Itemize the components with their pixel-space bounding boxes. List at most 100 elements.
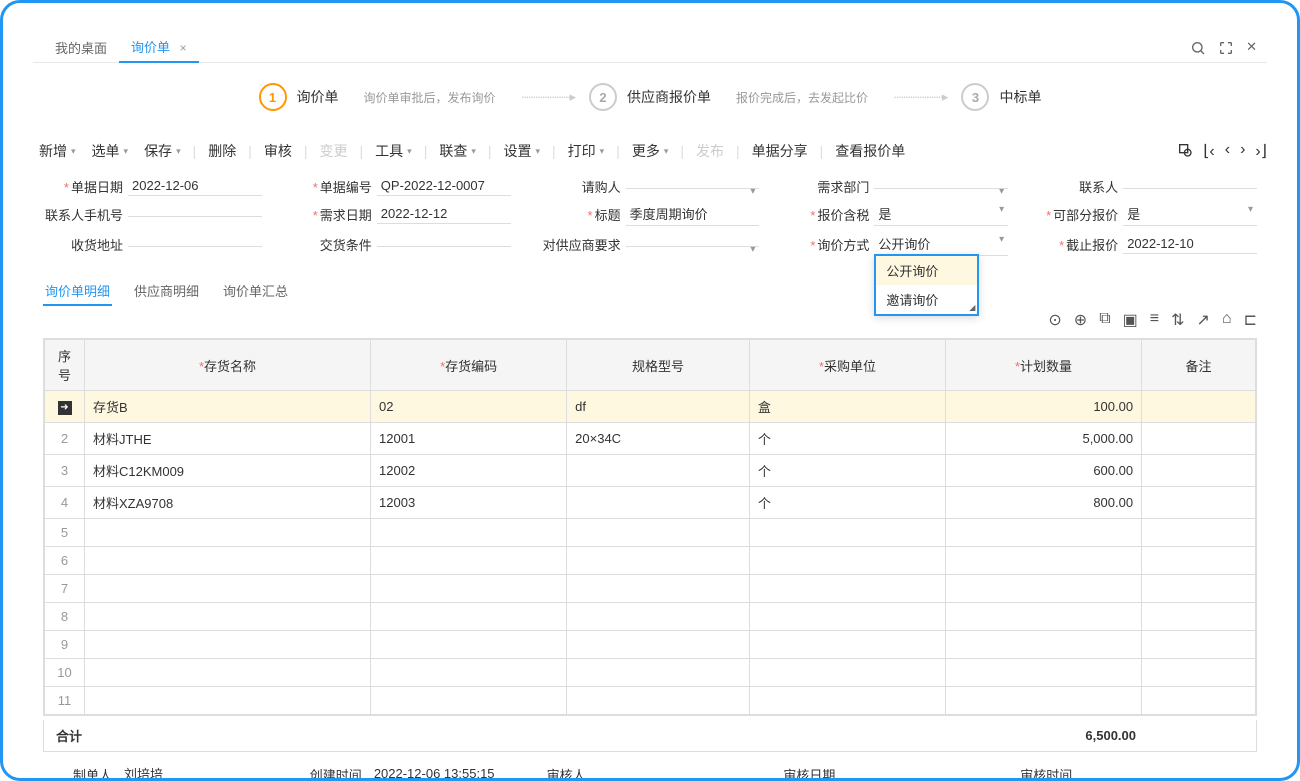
share-button[interactable]: 单据分享 bbox=[746, 139, 814, 163]
delivery-input[interactable] bbox=[377, 242, 511, 247]
home-icon[interactable]: ⌂ bbox=[1222, 310, 1232, 330]
col-spec[interactable]: 规格型号 bbox=[567, 340, 750, 391]
supplier-req-select[interactable]: ▾ bbox=[626, 242, 760, 247]
col-unit[interactable]: *采购单位 bbox=[749, 340, 945, 391]
cell-seq[interactable]: 5 bbox=[45, 519, 85, 547]
add-row-icon[interactable]: ⊕ bbox=[1074, 310, 1087, 330]
partial-select[interactable]: 是▾ bbox=[1123, 202, 1257, 226]
more-button[interactable]: 更多 bbox=[626, 139, 675, 163]
view-quote-button[interactable]: 查看报价单 bbox=[829, 139, 911, 163]
cell-unit[interactable]: 个 bbox=[749, 455, 945, 487]
dept-select[interactable]: ▾ bbox=[874, 184, 1008, 189]
cell-name[interactable]: 存货B bbox=[85, 391, 371, 423]
cell-seq[interactable]: 2 bbox=[45, 423, 85, 455]
table-row[interactable]: 4 材料XZA9708 12003 个 800.00 bbox=[45, 487, 1256, 519]
col-remark[interactable]: 备注 bbox=[1142, 340, 1256, 391]
table-row[interactable]: ➜ 存货B 02 df 盒 100.00 bbox=[45, 391, 1256, 423]
cell-seq[interactable]: 11 bbox=[45, 687, 85, 715]
cell-spec[interactable] bbox=[567, 455, 750, 487]
cell-unit[interactable]: 盒 bbox=[749, 391, 945, 423]
phone-input[interactable] bbox=[128, 212, 262, 217]
table-row-empty[interactable]: 8 bbox=[45, 603, 1256, 631]
deadline-input[interactable]: 2022-12-10 bbox=[1123, 234, 1257, 254]
link-button[interactable]: 联查 bbox=[433, 139, 482, 163]
cell-qty[interactable]: 600.00 bbox=[945, 455, 1141, 487]
export-icon[interactable]: ↗ bbox=[1197, 310, 1210, 330]
print-button[interactable]: 打印 bbox=[562, 139, 611, 163]
cell-seq[interactable]: ➜ bbox=[45, 391, 85, 423]
tools-button[interactable]: 工具 bbox=[369, 139, 418, 163]
location-icon[interactable]: ⊙ bbox=[1048, 310, 1061, 330]
cell-seq[interactable]: 7 bbox=[45, 575, 85, 603]
tab-inquiry[interactable]: 询价单 × bbox=[119, 32, 199, 63]
cell-qty[interactable]: 5,000.00 bbox=[945, 423, 1141, 455]
settings-button[interactable]: 设置 bbox=[498, 139, 547, 163]
table-row-empty[interactable]: 10 bbox=[45, 659, 1256, 687]
prev-icon[interactable]: ‹ bbox=[1225, 141, 1230, 161]
cell-remark[interactable] bbox=[1142, 487, 1256, 519]
tax-select[interactable]: 是▾ bbox=[874, 202, 1008, 226]
cell-code[interactable]: 12002 bbox=[371, 455, 567, 487]
doc-date-input[interactable]: 2022-12-06 bbox=[128, 176, 262, 196]
batch-icon[interactable]: ≡ bbox=[1150, 310, 1159, 330]
cell-seq[interactable]: 4 bbox=[45, 487, 85, 519]
sort-icon[interactable]: ⇅ bbox=[1171, 310, 1184, 330]
contact-input[interactable] bbox=[1123, 184, 1257, 189]
cell-name[interactable]: 材料JTHE bbox=[85, 423, 371, 455]
title-input[interactable]: 季度周期询价 bbox=[626, 202, 760, 226]
table-row-empty[interactable]: 11 bbox=[45, 687, 1256, 715]
need-date-input[interactable]: 2022-12-12 bbox=[377, 204, 511, 224]
select-button[interactable]: 选单 bbox=[86, 139, 135, 163]
delete-button[interactable]: 删除 bbox=[202, 139, 242, 163]
col-qty[interactable]: *计划数量 bbox=[945, 340, 1141, 391]
tab-summary[interactable]: 询价单汇总 bbox=[221, 277, 290, 306]
fullscreen-icon[interactable] bbox=[1218, 39, 1234, 56]
cell-seq[interactable]: 9 bbox=[45, 631, 85, 659]
col-seq[interactable]: 序号 bbox=[45, 340, 85, 391]
save-button[interactable]: 保存 bbox=[138, 139, 187, 163]
cell-qty[interactable]: 100.00 bbox=[945, 391, 1141, 423]
cell-seq[interactable]: 8 bbox=[45, 603, 85, 631]
first-icon[interactable]: ⌊‹ bbox=[1203, 141, 1215, 161]
cell-name[interactable]: 材料XZA9708 bbox=[85, 487, 371, 519]
col-code[interactable]: *存货编码 bbox=[371, 340, 567, 391]
col-name[interactable]: *存货名称 bbox=[85, 340, 371, 391]
next-icon[interactable]: › bbox=[1240, 141, 1245, 161]
table-row-empty[interactable]: 9 bbox=[45, 631, 1256, 659]
cell-seq[interactable]: 3 bbox=[45, 455, 85, 487]
cell-seq[interactable]: 10 bbox=[45, 659, 85, 687]
cell-seq[interactable]: 6 bbox=[45, 547, 85, 575]
method-option-invite[interactable]: 邀请询价 bbox=[876, 285, 977, 314]
close-window-icon[interactable]: ✕ bbox=[1246, 39, 1257, 56]
cell-code[interactable]: 12003 bbox=[371, 487, 567, 519]
doc-no-input[interactable]: QP-2022-12-0007 bbox=[377, 176, 511, 196]
resize-handle-icon[interactable]: ◢ bbox=[969, 303, 975, 312]
method-option-public[interactable]: 公开询价 bbox=[876, 256, 977, 285]
cell-spec[interactable]: df bbox=[567, 391, 750, 423]
audit-button[interactable]: 审核 bbox=[258, 139, 298, 163]
tab-desktop[interactable]: 我的桌面 bbox=[43, 33, 119, 62]
cell-unit[interactable]: 个 bbox=[749, 487, 945, 519]
method-select[interactable]: 公开询价▾ bbox=[874, 232, 1008, 256]
table-row-empty[interactable]: 5 bbox=[45, 519, 1256, 547]
locate-icon[interactable] bbox=[1177, 141, 1193, 161]
cell-spec[interactable]: 20×34C bbox=[567, 423, 750, 455]
close-icon[interactable]: × bbox=[180, 41, 187, 55]
table-row-empty[interactable]: 7 bbox=[45, 575, 1256, 603]
cell-remark[interactable] bbox=[1142, 391, 1256, 423]
cell-code[interactable]: 12001 bbox=[371, 423, 567, 455]
cell-name[interactable]: 材料C12KM009 bbox=[85, 455, 371, 487]
search-icon[interactable] bbox=[1190, 39, 1206, 56]
copy-icon[interactable]: ⧉ bbox=[1099, 310, 1110, 330]
table-row[interactable]: 3 材料C12KM009 12002 个 600.00 bbox=[45, 455, 1256, 487]
cell-code[interactable]: 02 bbox=[371, 391, 567, 423]
table-row-empty[interactable]: 6 bbox=[45, 547, 1256, 575]
cell-spec[interactable] bbox=[567, 487, 750, 519]
cell-remark[interactable] bbox=[1142, 423, 1256, 455]
tab-supplier[interactable]: 供应商明细 bbox=[132, 277, 201, 306]
cell-unit[interactable]: 个 bbox=[749, 423, 945, 455]
add-button[interactable]: 新增 bbox=[33, 139, 82, 163]
addr-input[interactable] bbox=[128, 242, 262, 247]
tab-detail[interactable]: 询价单明细 bbox=[43, 277, 112, 306]
cell-remark[interactable] bbox=[1142, 455, 1256, 487]
